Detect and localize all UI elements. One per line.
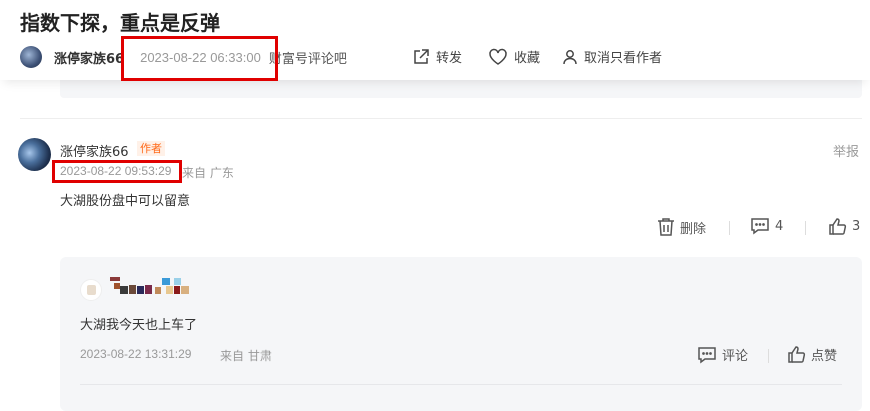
highlight-box-comment-time [52, 160, 182, 183]
share-icon [414, 48, 429, 64]
author-avatar[interactable] [20, 46, 42, 68]
article-title: 指数下探，重点是反弹 [20, 11, 220, 35]
user-icon [563, 49, 577, 64]
reply-avatar[interactable] [80, 279, 102, 301]
share-label: 转发 [436, 51, 463, 66]
comment-author[interactable]: 涨停家族66 [60, 141, 129, 160]
article-source[interactable]: 财富号评论吧 [269, 48, 347, 67]
action-separator [805, 221, 806, 235]
delete-button[interactable]: 删除 [657, 217, 706, 237]
comment-icon [751, 218, 769, 235]
comment-count: 4 [775, 218, 784, 234]
favorite-label: 收藏 [514, 51, 541, 66]
highlight-box-article-time [121, 36, 278, 81]
author-only-label: 取消只看作者 [584, 51, 663, 66]
reply-like-button[interactable]: 点赞 [787, 345, 837, 364]
comment-button[interactable]: 4 [750, 217, 783, 235]
trash-icon [658, 218, 674, 236]
heart-icon [489, 48, 507, 65]
reply-location: 来自 甘肃 [220, 349, 272, 363]
share-button[interactable]: 转发 [412, 47, 462, 66]
reply-comment-button[interactable]: 评论 [697, 345, 748, 364]
next-reply-partial [80, 404, 280, 411]
report-link[interactable]: 举报 [833, 141, 859, 160]
delete-label: 删除 [680, 221, 707, 237]
comment-divider [20, 118, 862, 119]
comment-location: 来自 广东 [182, 166, 234, 180]
reply-like-label: 点赞 [811, 349, 838, 364]
author-only-button[interactable]: 取消只看作者 [562, 47, 662, 66]
action-separator [729, 221, 730, 235]
author-badge: 作者 [137, 141, 165, 156]
comment-text: 大湖股份盘中可以留意 [60, 194, 191, 209]
reply-author-image[interactable] [110, 277, 194, 295]
favorite-button[interactable]: 收藏 [488, 47, 540, 66]
reply-time: 2023-08-22 13:31:29 [80, 347, 192, 361]
like-button[interactable]: 3 [828, 217, 860, 236]
thumbs-up-icon [829, 218, 847, 235]
comment-avatar[interactable] [18, 138, 51, 171]
thumbs-up-icon [788, 346, 806, 363]
like-count: 3 [852, 219, 861, 234]
comment-icon [698, 346, 716, 363]
reply-divider [80, 384, 842, 385]
reply-text: 大湖我今天也上车了 [80, 318, 198, 333]
action-separator [768, 349, 769, 363]
article-author[interactable]: 涨停家族66 [54, 48, 124, 67]
reply-comment-label: 评论 [722, 349, 749, 364]
